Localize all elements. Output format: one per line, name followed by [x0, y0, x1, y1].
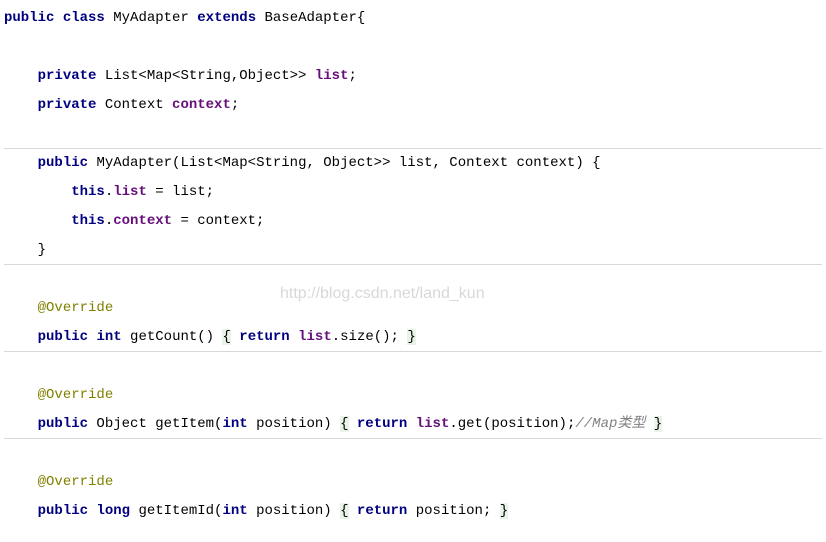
keyword-public: public — [38, 503, 88, 519]
brace: { — [222, 329, 230, 345]
brace: } — [654, 416, 662, 432]
brace: { — [340, 503, 348, 519]
code-line: this.context = context; — [4, 207, 822, 236]
field-list: list — [113, 184, 147, 200]
code-line-blank — [4, 265, 822, 294]
keyword-this: this — [71, 184, 105, 200]
keyword-public: public — [38, 329, 88, 345]
keyword-return: return — [357, 503, 407, 519]
keyword-private: private — [38, 97, 97, 113]
keyword-public: public — [38, 155, 88, 171]
field-list: list — [298, 329, 332, 345]
brace: } — [38, 242, 46, 258]
field-list: list — [315, 68, 349, 84]
method-call: .size(); — [332, 329, 399, 345]
return-val: position; — [407, 503, 491, 519]
code-block: public class MyAdapter extends BaseAdapt… — [4, 4, 822, 526]
assign: = list; — [147, 184, 214, 200]
semicolon: ; — [348, 68, 356, 84]
code-line: public class MyAdapter extends BaseAdapt… — [4, 4, 822, 33]
constructor-sig: MyAdapter(List<Map<String, Object>> list… — [96, 155, 600, 171]
method-sig: Object getItem( — [88, 416, 222, 432]
field-list: list — [416, 416, 450, 432]
field-context: context — [113, 213, 172, 229]
keyword-return: return — [357, 416, 407, 432]
keyword-int: int — [222, 503, 247, 519]
brace: } — [407, 329, 415, 345]
type: Context — [105, 97, 164, 113]
brace: { — [340, 416, 348, 432]
method-call: .get(position); — [449, 416, 575, 432]
base-class: BaseAdapter — [265, 10, 357, 26]
code-line-blank — [4, 33, 822, 62]
keyword-extends: extends — [197, 10, 256, 26]
brace: { — [357, 10, 365, 26]
code-line: @Override — [4, 381, 822, 410]
dot: . — [105, 184, 113, 200]
class-name: MyAdapter — [113, 10, 189, 26]
keyword-class: class — [63, 10, 105, 26]
code-line-blank — [4, 352, 822, 381]
semicolon: ; — [231, 97, 239, 113]
brace: } — [500, 503, 508, 519]
code-line: } — [4, 236, 822, 265]
annotation-override: @Override — [38, 387, 114, 403]
annotation-override: @Override — [38, 474, 114, 490]
comment: //Map类型 — [575, 416, 645, 432]
keyword-long: long — [96, 503, 130, 519]
method-sig: getItemId( — [130, 503, 222, 519]
code-line-blank — [4, 120, 822, 149]
keyword-this: this — [71, 213, 105, 229]
type: List<Map<String,Object>> — [105, 68, 307, 84]
method-sig: position) — [248, 416, 332, 432]
code-line: public MyAdapter(List<Map<String, Object… — [4, 149, 822, 178]
keyword-public: public — [38, 416, 88, 432]
assign: = context; — [172, 213, 264, 229]
code-line: this.list = list; — [4, 178, 822, 207]
method-name: getCount() — [122, 329, 214, 345]
code-line: @Override — [4, 294, 822, 323]
code-line-blank — [4, 439, 822, 468]
method-sig: position) — [248, 503, 332, 519]
keyword-public: public — [4, 10, 54, 26]
code-line: public long getItemId(int position) { re… — [4, 497, 822, 526]
keyword-private: private — [38, 68, 97, 84]
code-line: private List<Map<String,Object>> list; — [4, 62, 822, 91]
keyword-int: int — [96, 329, 121, 345]
keyword-return: return — [239, 329, 289, 345]
code-line: @Override — [4, 468, 822, 497]
dot: . — [105, 213, 113, 229]
keyword-int: int — [222, 416, 247, 432]
code-line: public int getCount() { return list.size… — [4, 323, 822, 352]
field-context: context — [172, 97, 231, 113]
code-line: private Context context; — [4, 91, 822, 120]
annotation-override: @Override — [38, 300, 114, 316]
code-line: public Object getItem(int position) { re… — [4, 410, 822, 439]
